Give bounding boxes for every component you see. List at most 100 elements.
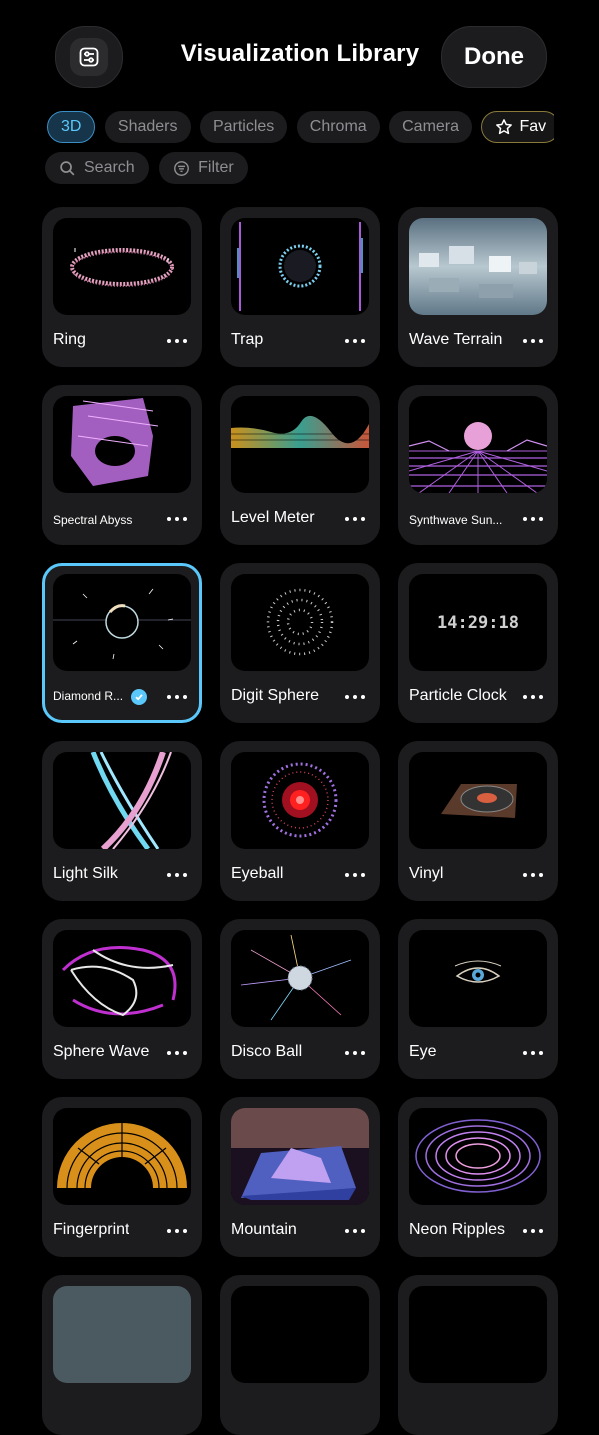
visualization-card[interactable]: [398, 1275, 558, 1435]
synthwave-sun-preview: [409, 396, 547, 493]
search-label: Search: [84, 159, 135, 176]
more-options-icon[interactable]: [523, 333, 543, 349]
visualization-card-mountain[interactable]: Mountain: [220, 1097, 380, 1257]
visualization-card-eye[interactable]: Eye: [398, 919, 558, 1079]
ring-preview: [53, 218, 191, 315]
visualization-card-vinyl[interactable]: Vinyl: [398, 741, 558, 901]
tab-shaders[interactable]: Shaders: [104, 111, 191, 143]
checkmark-icon: [131, 689, 147, 705]
tab-particles[interactable]: Particles: [199, 111, 288, 143]
visualization-card-level-meter[interactable]: Level Meter: [220, 385, 380, 545]
visualization-name: Fingerprint: [53, 1221, 130, 1238]
tab-favorites[interactable]: Fav: [481, 111, 554, 143]
more-options-icon[interactable]: [167, 333, 187, 349]
star-icon: [496, 119, 513, 135]
visualization-name: Eyeball: [231, 865, 284, 882]
trap-preview: [231, 218, 369, 315]
visualization-name: Particle Clock: [409, 687, 507, 704]
visualization-grid: Ring Trap Wave Terrain Spectral Abyss Le…: [42, 207, 558, 1435]
fingerprint-preview: [53, 1108, 191, 1205]
filter-button[interactable]: Filter: [159, 152, 248, 184]
more-options-icon[interactable]: [523, 689, 543, 705]
visualization-card-trap[interactable]: Trap: [220, 207, 380, 367]
search-button[interactable]: Search: [45, 152, 149, 184]
visualization-name: Level Meter: [231, 509, 315, 526]
filter-label: Filter: [198, 159, 234, 176]
header: Visualization Library Done: [0, 0, 599, 112]
more-options-icon[interactable]: [167, 511, 187, 527]
visualization-card-neon-ripples[interactable]: Neon Ripples: [398, 1097, 558, 1257]
visualization-name: Mountain: [231, 1221, 297, 1238]
settings-button[interactable]: [55, 26, 123, 88]
toolbar: Search Filter: [45, 152, 254, 185]
more-options-icon[interactable]: [523, 867, 543, 883]
more-options-icon[interactable]: [167, 689, 187, 705]
category-tabs: 3D Shaders Particles Chroma Camera Fav: [47, 111, 554, 145]
visualization-preview: [231, 1286, 369, 1383]
visualization-name: Wave Terrain: [409, 331, 503, 348]
visualization-card-diamond-selected[interactable]: Diamond R...: [42, 563, 202, 723]
wave-terrain-preview: [409, 218, 547, 315]
visualization-card-sphere-wave[interactable]: Sphere Wave: [42, 919, 202, 1079]
sliders-icon: [70, 38, 108, 76]
visualization-name: Spectral Abyss: [53, 513, 133, 527]
more-options-icon[interactable]: [345, 1223, 365, 1239]
more-options-icon[interactable]: [523, 1045, 543, 1061]
visualization-name: Disco Ball: [231, 1043, 303, 1060]
more-options-icon[interactable]: [167, 867, 187, 883]
visualization-name: Ring: [53, 331, 86, 348]
more-options-icon[interactable]: [167, 1223, 187, 1239]
visualization-card-wave-terrain[interactable]: Wave Terrain: [398, 207, 558, 367]
visualization-name: Sphere Wave: [53, 1043, 150, 1060]
visualization-name: Synthwave Sun...: [409, 513, 503, 527]
filter-icon: [174, 160, 190, 176]
clock-readout: 14:29:18: [437, 613, 519, 633]
diamond-preview: [53, 574, 191, 671]
visualization-preview: [53, 1286, 191, 1383]
visualization-name: Diamond R...: [53, 689, 124, 703]
visualization-name: Eye: [409, 1043, 437, 1060]
visualization-card-synthwave-sun[interactable]: Synthwave Sun...: [398, 385, 558, 545]
tab-chroma[interactable]: Chroma: [296, 111, 380, 143]
neon-ripples-preview: [409, 1108, 547, 1205]
visualization-card-light-silk[interactable]: Light Silk: [42, 741, 202, 901]
more-options-icon[interactable]: [345, 689, 365, 705]
vinyl-preview: [409, 752, 547, 849]
more-options-icon[interactable]: [167, 1045, 187, 1061]
digit-sphere-preview: [231, 574, 369, 671]
visualization-card-particle-clock[interactable]: 14:29:18 Particle Clock: [398, 563, 558, 723]
more-options-icon[interactable]: [345, 1045, 365, 1061]
tab-favorites-label: Fav: [519, 118, 547, 135]
particle-clock-preview: 14:29:18: [409, 574, 547, 671]
mountain-preview: [231, 1108, 369, 1205]
page-title: Visualization Library: [180, 40, 420, 67]
eye-preview: [409, 930, 547, 1027]
visualization-card-ring[interactable]: Ring: [42, 207, 202, 367]
more-options-icon[interactable]: [523, 1223, 543, 1239]
visualization-name: Neon Ripples: [409, 1221, 506, 1238]
visualization-card-spectral-abyss[interactable]: Spectral Abyss: [42, 385, 202, 545]
visualization-card-disco-ball[interactable]: Disco Ball: [220, 919, 380, 1079]
more-options-icon[interactable]: [345, 511, 365, 527]
level-meter-preview: [231, 396, 369, 493]
visualization-name: Digit Sphere: [231, 687, 320, 704]
visualization-card-eyeball[interactable]: Eyeball: [220, 741, 380, 901]
more-options-icon[interactable]: [345, 867, 365, 883]
visualization-card-fingerprint[interactable]: Fingerprint: [42, 1097, 202, 1257]
visualization-card-digit-sphere[interactable]: Digit Sphere: [220, 563, 380, 723]
visualization-card[interactable]: [42, 1275, 202, 1435]
visualization-card[interactable]: [220, 1275, 380, 1435]
disco-ball-preview: [231, 930, 369, 1027]
visualization-preview: [409, 1286, 547, 1383]
light-silk-preview: [53, 752, 191, 849]
sphere-wave-preview: [53, 930, 191, 1027]
more-options-icon[interactable]: [523, 511, 543, 527]
done-button[interactable]: Done: [441, 26, 547, 88]
tab-camera[interactable]: Camera: [389, 111, 473, 143]
visualization-name: Light Silk: [53, 865, 118, 882]
search-icon: [60, 160, 75, 175]
tab-3d[interactable]: 3D: [47, 111, 96, 143]
spectral-abyss-preview: [53, 396, 191, 493]
more-options-icon[interactable]: [345, 333, 365, 349]
eyeball-preview: [231, 752, 369, 849]
